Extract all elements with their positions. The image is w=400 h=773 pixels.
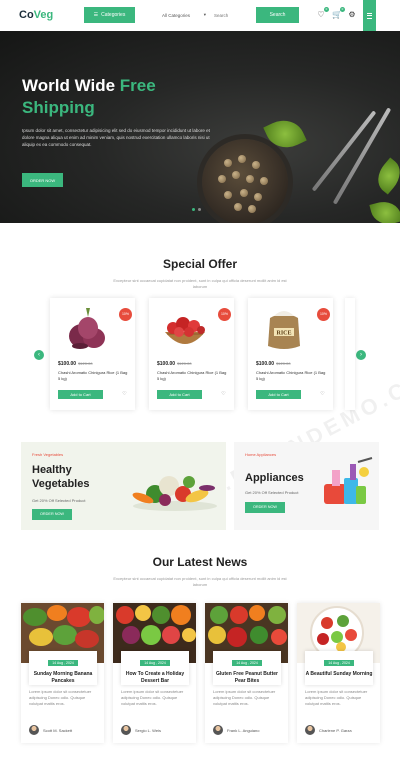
category-select-value: All Categories: [162, 12, 191, 18]
avatar: [29, 725, 39, 735]
logo-main: Co: [19, 9, 34, 21]
avatar: [121, 725, 131, 735]
menu-icon: ☰: [93, 12, 99, 18]
chevron-left-icon[interactable]: ‹: [34, 350, 44, 360]
product-name: Chashi Aromatic Chinigura Rice (1 Bag 5 …: [58, 370, 128, 381]
onion-image: [69, 308, 105, 349]
cart-button[interactable]: 🛒 0: [332, 7, 345, 20]
news-post-title[interactable]: A Beautiful Sunday Morning: [305, 671, 373, 678]
discount-badge: 10%: [317, 308, 330, 321]
news-post-title[interactable]: Gluten Free Peanut Butter Pear Bites: [213, 671, 281, 685]
user-icon: ⚙: [348, 10, 356, 19]
news-excerpt: Lorem ipsum dolor sit consectetuer adipi…: [305, 689, 368, 706]
hero-description: Ipsum dolor sit amet, consectetur adipis…: [22, 128, 210, 147]
news-date: 14 Aug , 2024: [324, 660, 354, 666]
wishlist-count: 0: [324, 7, 329, 12]
news-card[interactable]: 14 Aug , 2024 Sunday Morning Banana Panca…: [21, 603, 104, 743]
news-excerpt: Lorem ipsum dolor sit consectetuer adipi…: [29, 689, 92, 706]
product-card[interactable]: 10% $100.00 $120.00 Chashi Aromatic Chini…: [50, 298, 135, 410]
discount-badge: 10%: [218, 308, 231, 321]
spice-bowl-image: [202, 139, 288, 223]
news-post-title[interactable]: How To Create a Holiday Dessert Bar: [121, 671, 189, 685]
hero-banner: World Wide Free Shipping Ipsum dolor sit …: [0, 31, 400, 223]
news-excerpt: Lorem ipsum dolor sit consectetuer adipi…: [213, 689, 276, 706]
product-price: $100.00 $120.00: [58, 361, 93, 367]
product-card[interactable]: 10% $100.00 $120.00 Chashi Aromatic Chini…: [149, 298, 234, 410]
news-date: 14 Aug , 2024: [232, 660, 262, 666]
search-input[interactable]: [214, 7, 254, 23]
tomato-basket-image: [165, 317, 205, 344]
appliances-banner[interactable]: Home Appliances Appliances Get 20% Off S…: [234, 442, 379, 530]
news-card[interactable]: 14 Aug , 2024 A Beautiful Sunday Morning …: [297, 603, 380, 743]
leaf-image: [370, 157, 400, 195]
special-offer-title: Special Offer: [162, 257, 238, 271]
product-name: Chashi Aromatic Chinigura Rice (1 Bag 5 …: [256, 370, 326, 381]
discount-badge: 10%: [119, 308, 132, 321]
carousel-dots[interactable]: [192, 208, 201, 211]
chevron-down-icon: ▾: [203, 12, 206, 17]
heart-icon[interactable]: ♡: [220, 391, 227, 398]
product-price: $100.00 $120.00: [157, 361, 192, 367]
categories-button[interactable]: ☰ Categories: [84, 7, 135, 23]
banner-tag: Home Appliances: [245, 452, 277, 457]
product-card[interactable]: RICE 10% $100.00 $120.00 Chashi Aromatic …: [248, 298, 333, 410]
news-author[interactable]: Frank L. Anguiano: [213, 725, 259, 735]
product-price: $100.00 $120.00: [256, 361, 291, 367]
rice-sack-image: RICE: [268, 311, 300, 349]
leaf-image: [369, 197, 400, 223]
logo-accent: Veg: [33, 9, 54, 21]
logo[interactable]: CoVeg: [19, 9, 53, 21]
heart-icon: ♡: [317, 10, 325, 19]
banner-subtitle: Get 20% Off Selected Product: [245, 490, 299, 495]
add-to-cart-button[interactable]: Add to Cart: [256, 390, 301, 399]
chevron-right-icon[interactable]: ›: [356, 350, 366, 360]
site-header: CoVeg ☰ Categories All Categories ▾ Search…: [0, 0, 400, 31]
hero-order-button[interactable]: ORDER NOW: [22, 173, 63, 187]
search-button[interactable]: Search: [256, 7, 299, 23]
banner-order-button[interactable]: ORDER NOW: [32, 509, 72, 520]
news-author[interactable]: Scott M. Sackett: [29, 725, 72, 735]
add-to-cart-button[interactable]: Add to Cart: [157, 390, 202, 399]
heart-icon[interactable]: ♡: [121, 391, 128, 398]
news-author[interactable]: Sergio L. Weis: [121, 725, 161, 735]
wishlist-button[interactable]: ♡ 0: [316, 7, 329, 20]
cart-count: 0: [340, 7, 345, 12]
banner-tag: Fresh Vegetables: [32, 452, 64, 457]
add-to-cart-button[interactable]: Add to Cart: [58, 390, 103, 399]
news-author[interactable]: Charlene P. Garza: [305, 725, 352, 735]
categories-label: Categories: [101, 12, 126, 18]
banner-subtitle: Get 20% Off Selected Product: [32, 498, 86, 503]
news-card[interactable]: 14 Aug , 2024 How To Create a Holiday Des…: [113, 603, 196, 743]
banner-title: Appliances: [245, 472, 304, 484]
hero-title: World Wide Free Shipping: [22, 76, 156, 117]
product-name: Chashi Aromatic Chinigura Rice (1 Bag 5 …: [157, 370, 227, 381]
heart-icon[interactable]: ♡: [319, 391, 326, 398]
news-date: 14 Aug , 2024: [48, 660, 78, 666]
product-card-partial: [345, 298, 355, 410]
news-info-box: 14 Aug , 2024 Sunday Morning Banana Panca…: [29, 651, 97, 685]
account-button[interactable]: ⚙: [347, 10, 357, 20]
news-info-box: 14 Aug , 2024 A Beautiful Sunday Morning: [305, 651, 373, 685]
news-subtitle: Excepteur sint occaecat cupidatat non pr…: [113, 576, 287, 587]
vegetables-image: [132, 476, 217, 511]
banner-title: Healthy Vegetables: [32, 464, 90, 490]
news-date: 14 Aug , 2024: [140, 660, 170, 666]
vegetables-banner[interactable]: Fresh Vegetables Healthy Vegetables Get 2…: [21, 442, 226, 530]
news-title: Our Latest News: [152, 555, 248, 569]
special-offer-subtitle: Excepteur sint occaecat cupidatat non pr…: [113, 278, 287, 289]
banner-order-button[interactable]: ORDER NOW: [245, 502, 285, 513]
news-excerpt: Lorem ipsum dolor sit consectetuer adipi…: [121, 689, 184, 706]
cleaning-supplies-image: [324, 457, 373, 504]
news-card[interactable]: 14 Aug , 2024 Gluten Free Peanut Butter P…: [205, 603, 288, 743]
news-post-title[interactable]: Sunday Morning Banana Pancakes: [29, 671, 97, 685]
news-info-box: 14 Aug , 2024 Gluten Free Peanut Butter P…: [213, 651, 281, 685]
avatar: [213, 725, 223, 735]
rice-label: RICE: [276, 331, 291, 337]
category-select[interactable]: All Categories ▾: [160, 7, 208, 23]
avatar: [305, 725, 315, 735]
news-info-box: 14 Aug , 2024 How To Create a Holiday Des…: [121, 651, 189, 685]
menu-toggle-button[interactable]: [363, 0, 376, 31]
